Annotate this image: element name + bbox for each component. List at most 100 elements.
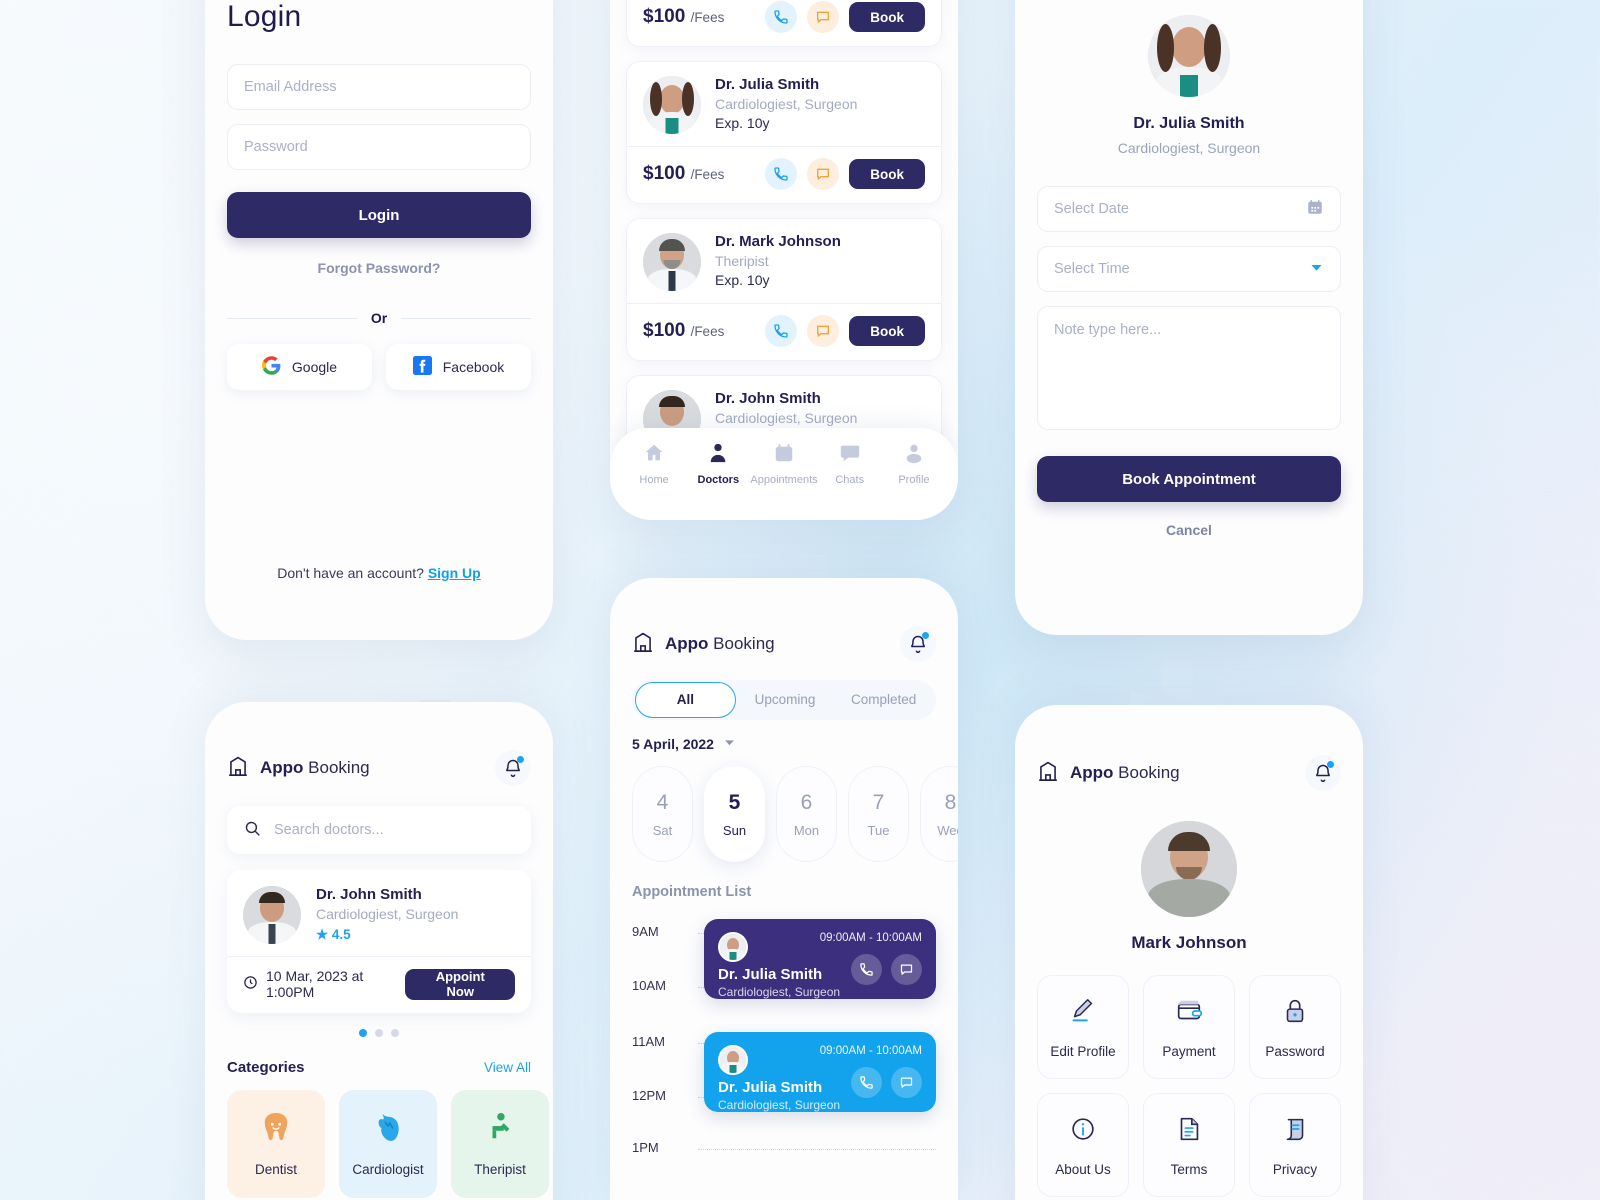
- date-picker[interactable]: Select Date: [1037, 186, 1341, 232]
- message-icon[interactable]: [807, 158, 840, 190]
- doctor-specialty: Cardiologiest, Surgeon: [715, 410, 858, 426]
- carousel-dot[interactable]: [375, 1029, 383, 1037]
- book-button[interactable]: Book: [849, 2, 925, 32]
- menu-label: About Us: [1055, 1161, 1111, 1177]
- info-icon: [1068, 1114, 1098, 1149]
- email-field[interactable]: Email Address: [227, 64, 531, 110]
- book-button[interactable]: Book: [849, 159, 925, 189]
- message-icon[interactable]: [891, 954, 922, 985]
- therapy-icon: [485, 1111, 515, 1148]
- avatar: [1148, 15, 1230, 97]
- doctor-name: Dr. John Smith: [715, 390, 821, 407]
- doctor-fee: $100 /Fees: [643, 320, 725, 341]
- call-icon[interactable]: [851, 1067, 882, 1098]
- category-dentist[interactable]: Dentist: [227, 1090, 325, 1198]
- hour-label: 12PM: [632, 1088, 666, 1103]
- notification-bell[interactable]: [1305, 755, 1341, 791]
- password-field[interactable]: Password: [227, 124, 531, 170]
- menu-password[interactable]: Password: [1249, 975, 1341, 1079]
- day-6[interactable]: 6 Mon: [776, 766, 837, 862]
- date-selector[interactable]: 5 April, 2022: [632, 736, 936, 752]
- facebook-icon: [412, 356, 432, 378]
- call-icon[interactable]: [765, 1, 798, 33]
- notification-bell[interactable]: [900, 626, 936, 662]
- search-input[interactable]: Search doctors...: [227, 806, 531, 854]
- tooth-icon: [261, 1111, 291, 1148]
- rating: ★ 4.5: [316, 927, 351, 942]
- hour-label: 11AM: [632, 1034, 665, 1049]
- avatar: [643, 76, 701, 134]
- cancel-button[interactable]: Cancel: [1037, 522, 1341, 538]
- time-placeholder: Select Time: [1054, 261, 1130, 277]
- day-7[interactable]: 7 Tue: [848, 766, 909, 862]
- google-login-button[interactable]: Google: [227, 344, 372, 390]
- message-icon[interactable]: [891, 1067, 922, 1098]
- date-placeholder: Select Date: [1054, 201, 1129, 217]
- category-label: Theripist: [474, 1162, 526, 1177]
- doctor-experience: Exp. 10y: [715, 115, 770, 131]
- tab-profile[interactable]: Profile: [882, 442, 946, 486]
- tab-doctors[interactable]: Doctors: [686, 442, 750, 486]
- tab-profile-label: Profile: [898, 474, 930, 486]
- pencil-icon: [1068, 996, 1098, 1031]
- appointment-event[interactable]: 09:00AM - 10:00AM Dr. Julia Smith Cardio…: [704, 1032, 936, 1112]
- signup-link[interactable]: Sign Up: [428, 565, 481, 581]
- book-button[interactable]: Book: [849, 316, 925, 346]
- forgot-password-link[interactable]: Forgot Password?: [227, 260, 531, 276]
- doctor-card[interactable]: Exp. 10y $100 /Fees Book: [626, 0, 942, 47]
- notification-bell[interactable]: [495, 750, 531, 786]
- call-icon[interactable]: [851, 954, 882, 985]
- carousel-dot[interactable]: [359, 1029, 367, 1037]
- tab-home-label: Home: [639, 474, 669, 486]
- event-time: 09:00AM - 10:00AM: [819, 1045, 922, 1057]
- hospital-icon: [1037, 759, 1059, 787]
- message-icon[interactable]: [807, 315, 840, 347]
- call-icon[interactable]: [765, 315, 798, 347]
- category-label: Dentist: [254, 1162, 298, 1177]
- message-icon[interactable]: [807, 1, 840, 33]
- login-button[interactable]: Login: [227, 192, 531, 238]
- menu-privacy[interactable]: Privacy: [1249, 1093, 1341, 1197]
- selected-date: 5 April, 2022: [632, 736, 714, 752]
- category-theripist[interactable]: Theripist: [451, 1090, 549, 1198]
- call-icon[interactable]: [765, 158, 798, 190]
- menu-about-us[interactable]: About Us: [1037, 1093, 1129, 1197]
- tab-doctors-label: Doctors: [697, 474, 740, 486]
- day-5[interactable]: 5 Sun: [704, 766, 765, 862]
- facebook-login-button[interactable]: Facebook: [386, 344, 531, 390]
- tab-chats[interactable]: Chats: [818, 442, 882, 486]
- day-4[interactable]: 4 Sat: [632, 766, 693, 862]
- menu-label: Privacy: [1272, 1161, 1318, 1177]
- menu-edit-profile[interactable]: Edit Profile: [1037, 975, 1129, 1079]
- book-appointment-button[interactable]: Book Appointment: [1037, 456, 1341, 502]
- menu-terms[interactable]: Terms: [1143, 1093, 1235, 1197]
- heart-icon: [373, 1111, 403, 1148]
- appointment-event[interactable]: 09:00AM - 10:00AM Dr. Julia Smith Cardio…: [704, 919, 936, 999]
- featured-doctor-card[interactable]: Dr. John Smith Cardiologiest, Surgeon ★ …: [227, 870, 531, 1013]
- divider-right: [401, 317, 531, 319]
- segment-completed[interactable]: Completed: [834, 683, 933, 717]
- doctor-card[interactable]: Dr. Julia Smith Cardiologiest, Surgeon E…: [626, 61, 942, 204]
- google-icon: [261, 356, 281, 378]
- segment-all[interactable]: All: [635, 682, 736, 718]
- doctor-specialty: Cardiologiest, Surgeon: [715, 96, 858, 112]
- appoint-now-button[interactable]: Appoint Now: [405, 968, 515, 1000]
- time-picker[interactable]: Select Time: [1037, 246, 1341, 292]
- menu-payment[interactable]: Payment: [1143, 975, 1235, 1079]
- doctor-card[interactable]: Dr. Mark Johnson Theripist Exp. 10y $100…: [626, 218, 942, 361]
- doctor-fee: $100 /Fees: [643, 6, 725, 27]
- app-logo: Appo Booking: [632, 630, 775, 658]
- carousel-dots[interactable]: [227, 1029, 531, 1037]
- password-placeholder: Password: [244, 139, 308, 155]
- doctor-name: Dr. John Smith: [316, 886, 422, 903]
- category-cardiologist[interactable]: Cardiologist: [339, 1090, 437, 1198]
- carousel-dot[interactable]: [391, 1029, 399, 1037]
- view-all-link[interactable]: View All: [484, 1060, 531, 1075]
- event-time: 09:00AM - 10:00AM: [819, 932, 922, 944]
- segment-upcoming[interactable]: Upcoming: [736, 683, 835, 717]
- tab-appointments[interactable]: Appointments: [750, 442, 818, 486]
- tab-home[interactable]: Home: [622, 442, 686, 486]
- day-8[interactable]: 8Wed: [920, 766, 958, 862]
- note-textarea[interactable]: Note type here...: [1037, 306, 1341, 430]
- doctor-name: Dr. Julia Smith: [715, 76, 820, 93]
